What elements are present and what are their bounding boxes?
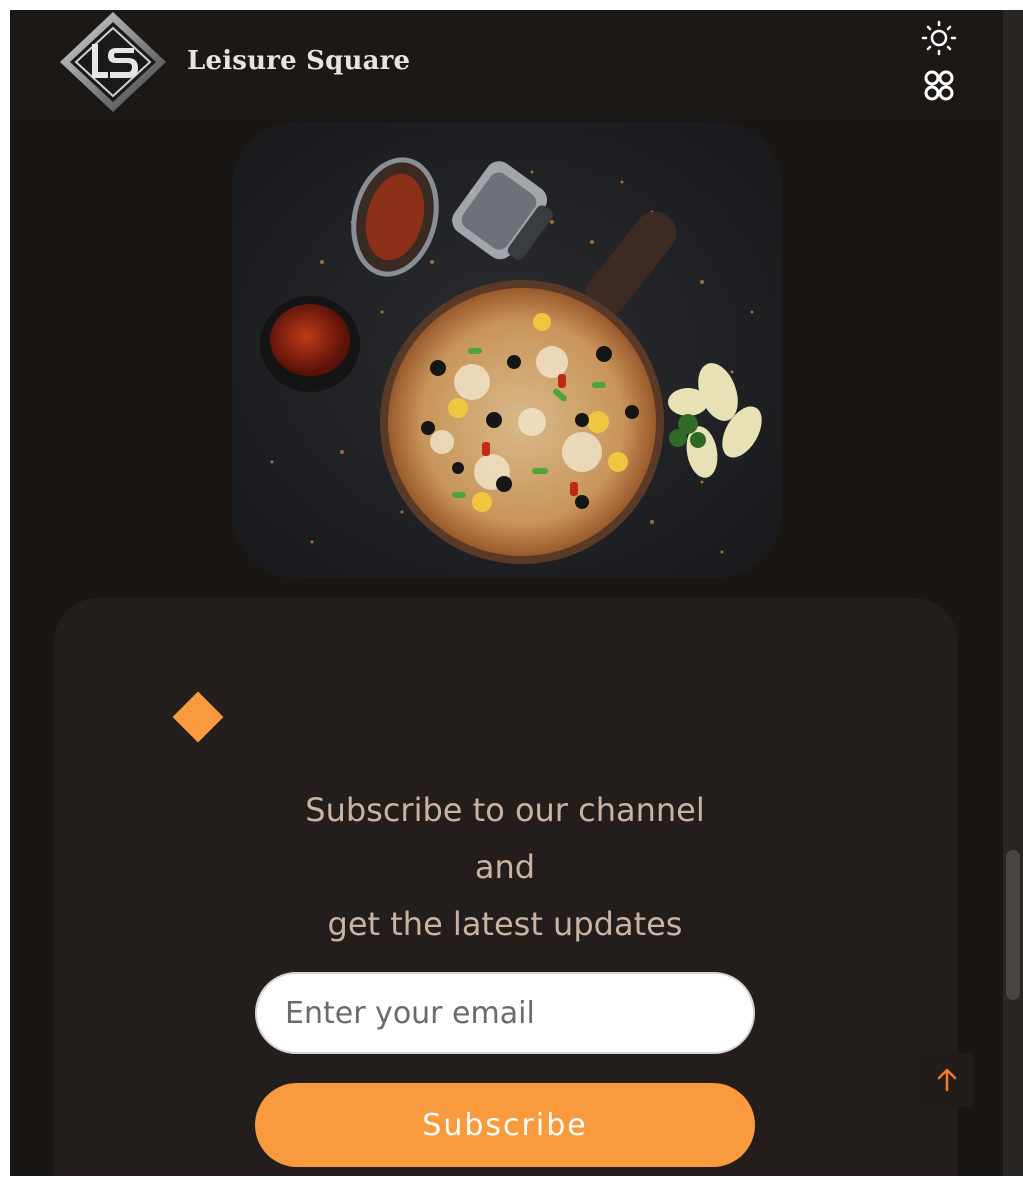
heading-line-1: Subscribe to our channel — [305, 791, 705, 829]
email-input[interactable] — [255, 972, 755, 1054]
brand-name[interactable]: Leisure Square — [187, 46, 410, 76]
newsletter-heading: Subscribe to our channel and get the lat… — [205, 782, 805, 953]
theme-toggle-button[interactable] — [918, 20, 960, 56]
apps-menu-button[interactable] — [918, 68, 960, 104]
heading-line-3: get the latest updates — [327, 905, 683, 943]
back-to-top-button[interactable] — [920, 1053, 974, 1107]
scrollbar-thumb[interactable] — [1006, 850, 1020, 1000]
arrow-up-icon — [937, 1068, 957, 1092]
hero-pizza-image — [232, 122, 782, 578]
heading-line-2: and — [474, 848, 536, 886]
sun-icon — [921, 20, 957, 56]
header: Leisure Square — [10, 10, 1003, 118]
scrollbar[interactable] — [1003, 10, 1023, 1176]
apps-grid-icon — [924, 70, 954, 101]
logo[interactable] — [58, 10, 168, 114]
subscribe-button[interactable]: Subscribe — [255, 1083, 755, 1167]
page: Leisure Square Subscribe to our channel … — [10, 10, 1003, 1176]
